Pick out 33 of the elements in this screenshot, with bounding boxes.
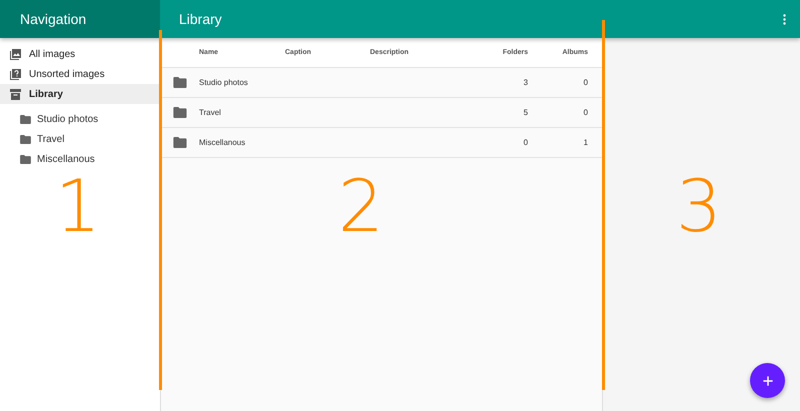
folder-icon — [20, 154, 31, 164]
folder-icon — [20, 114, 31, 124]
folder-icon — [173, 137, 187, 148]
annotation-number: 3 — [676, 170, 722, 242]
add-button[interactable] — [750, 363, 785, 398]
folder-icon — [173, 77, 187, 88]
folder-icon — [173, 107, 187, 118]
nav-folder-item[interactable]: Miscellanous — [0, 149, 160, 169]
folder-icon — [20, 134, 31, 144]
table-cell-text: 1 — [582, 138, 588, 147]
nav-item[interactable]: All images — [0, 44, 160, 64]
table-cell-text: Travel — [199, 108, 222, 117]
nav-folder-item[interactable]: Travel — [0, 129, 160, 149]
table-cell-text: 5 — [522, 108, 528, 117]
annotation-number: 1 — [55, 170, 101, 242]
navigation-header: Navigation — [0, 0, 160, 38]
more-menu-button[interactable] — [783, 14, 786, 24]
table-cell-text: Studio photos — [199, 78, 249, 87]
table-cell-text: 0 — [582, 78, 588, 87]
more-icon — [783, 14, 786, 24]
image-icon — [10, 48, 21, 60]
table-cell-text: Miscellanous — [199, 138, 246, 147]
table-cell-text: 3 — [522, 78, 528, 87]
nav-folder-item[interactable]: Studio photos — [0, 109, 160, 129]
archive-icon — [10, 88, 21, 100]
table-cell-text: 0 — [582, 108, 588, 117]
question-image-icon — [10, 68, 21, 80]
plus-icon — [760, 374, 774, 388]
nav-item[interactable]: Library — [0, 84, 160, 104]
nav-item[interactable]: Unsorted images — [0, 64, 160, 84]
annotation-number: 2 — [338, 170, 384, 242]
table-cell-text: 0 — [522, 138, 528, 147]
page-title: Library — [179, 11, 222, 27]
